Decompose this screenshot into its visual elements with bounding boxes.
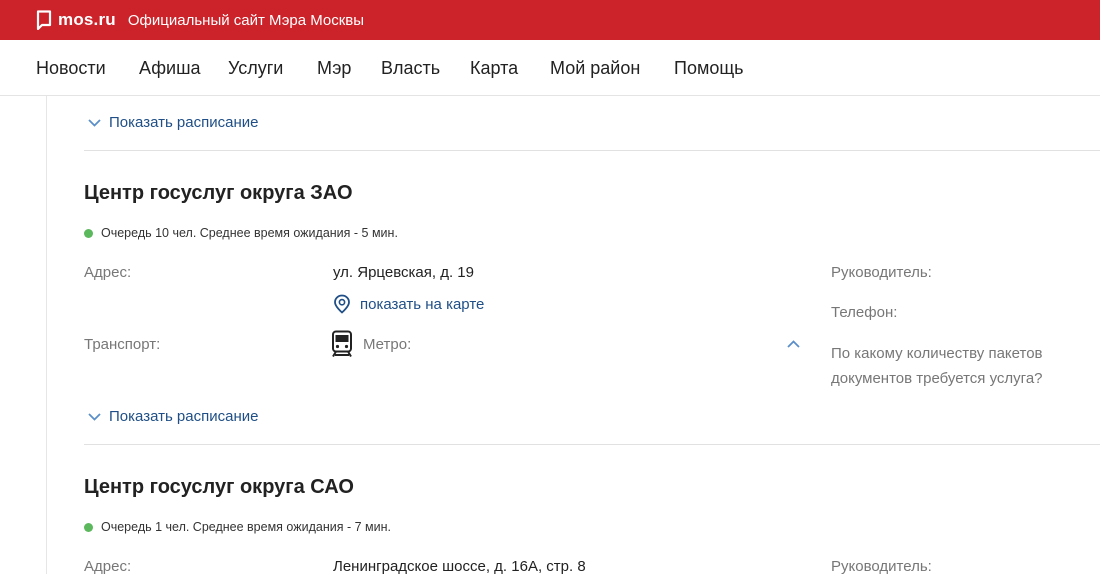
center-title: Центр госуслуг округа ЗАО — [84, 182, 353, 204]
show-on-map-link[interactable]: показать на карте — [333, 294, 484, 314]
brand-tagline: Официальный сайт Мэра Москвы — [127, 11, 365, 29]
nav-item-my-district[interactable]: Мой район — [550, 58, 640, 79]
service-centers-list: Показать расписание Центр госуслуг округ… — [0, 96, 1100, 575]
chevron-down-icon — [88, 412, 101, 421]
queue-status: Очередь 1 чел. Среднее время ожидания - … — [84, 520, 391, 534]
nav-item-mayor[interactable]: Мэр — [317, 58, 351, 79]
show-schedule-toggle[interactable]: Показать расписание — [88, 114, 258, 131]
divider — [84, 150, 1100, 151]
transport-label: Транспорт: — [84, 336, 161, 353]
address-label: Адрес: — [84, 558, 132, 575]
left-rail — [46, 96, 47, 574]
show-schedule-toggle[interactable]: Показать расписание — [88, 408, 258, 425]
map-pin-icon — [334, 294, 350, 314]
show-schedule-label: Показать расписание — [109, 408, 259, 425]
divider — [84, 444, 1100, 445]
nav-item-help[interactable]: Помощь — [674, 58, 744, 79]
queue-text: Очередь 1 чел. Среднее время ожидания - … — [101, 520, 391, 534]
main-nav: Новости Афиша Услуги Мэр Власть Карта Мо… — [0, 40, 1100, 96]
status-dot — [84, 522, 93, 532]
address-value: Ленинградское шоссе, д. 16А, стр. 8 — [333, 558, 586, 575]
show-on-map-label: показать на карте — [360, 295, 485, 313]
top-bar: mos.ru Официальный сайт Мэра Москвы — [0, 0, 1100, 40]
nav-item-news[interactable]: Новости — [36, 58, 106, 79]
queue-text: Очередь 10 чел. Среднее время ожидания -… — [101, 226, 398, 240]
queue-status: Очередь 10 чел. Среднее время ожидания -… — [84, 226, 398, 240]
metro-info: Метро: — [331, 330, 411, 358]
speech-bubble-icon — [36, 10, 52, 30]
chevron-down-icon — [88, 118, 101, 127]
status-dot — [84, 228, 93, 238]
packages-question: По какому количеству пакетов документов … — [831, 345, 1043, 387]
train-icon — [332, 330, 352, 358]
metro-label: Метро: — [363, 335, 412, 353]
nav-item-authority[interactable]: Власть — [381, 58, 440, 79]
head-label: Руководитель: — [831, 558, 932, 575]
show-schedule-label: Показать расписание — [109, 114, 259, 131]
nav-item-afisha[interactable]: Афиша — [139, 58, 201, 79]
address-value: ул. Ярцевская, д. 19 — [333, 264, 474, 281]
brand-logo[interactable]: mos.ru Официальный сайт Мэра Москвы — [36, 10, 364, 30]
center-title: Центр госуслуг округа САО — [84, 476, 354, 498]
phone-label: Телефон: — [831, 304, 898, 321]
nav-item-map[interactable]: Карта — [470, 58, 518, 79]
address-label: Адрес: — [84, 264, 132, 281]
head-label: Руководитель: — [831, 264, 932, 281]
brand-name: mos.ru — [58, 10, 116, 29]
chevron-up-icon[interactable] — [787, 340, 800, 348]
nav-item-services[interactable]: Услуги — [228, 58, 283, 79]
